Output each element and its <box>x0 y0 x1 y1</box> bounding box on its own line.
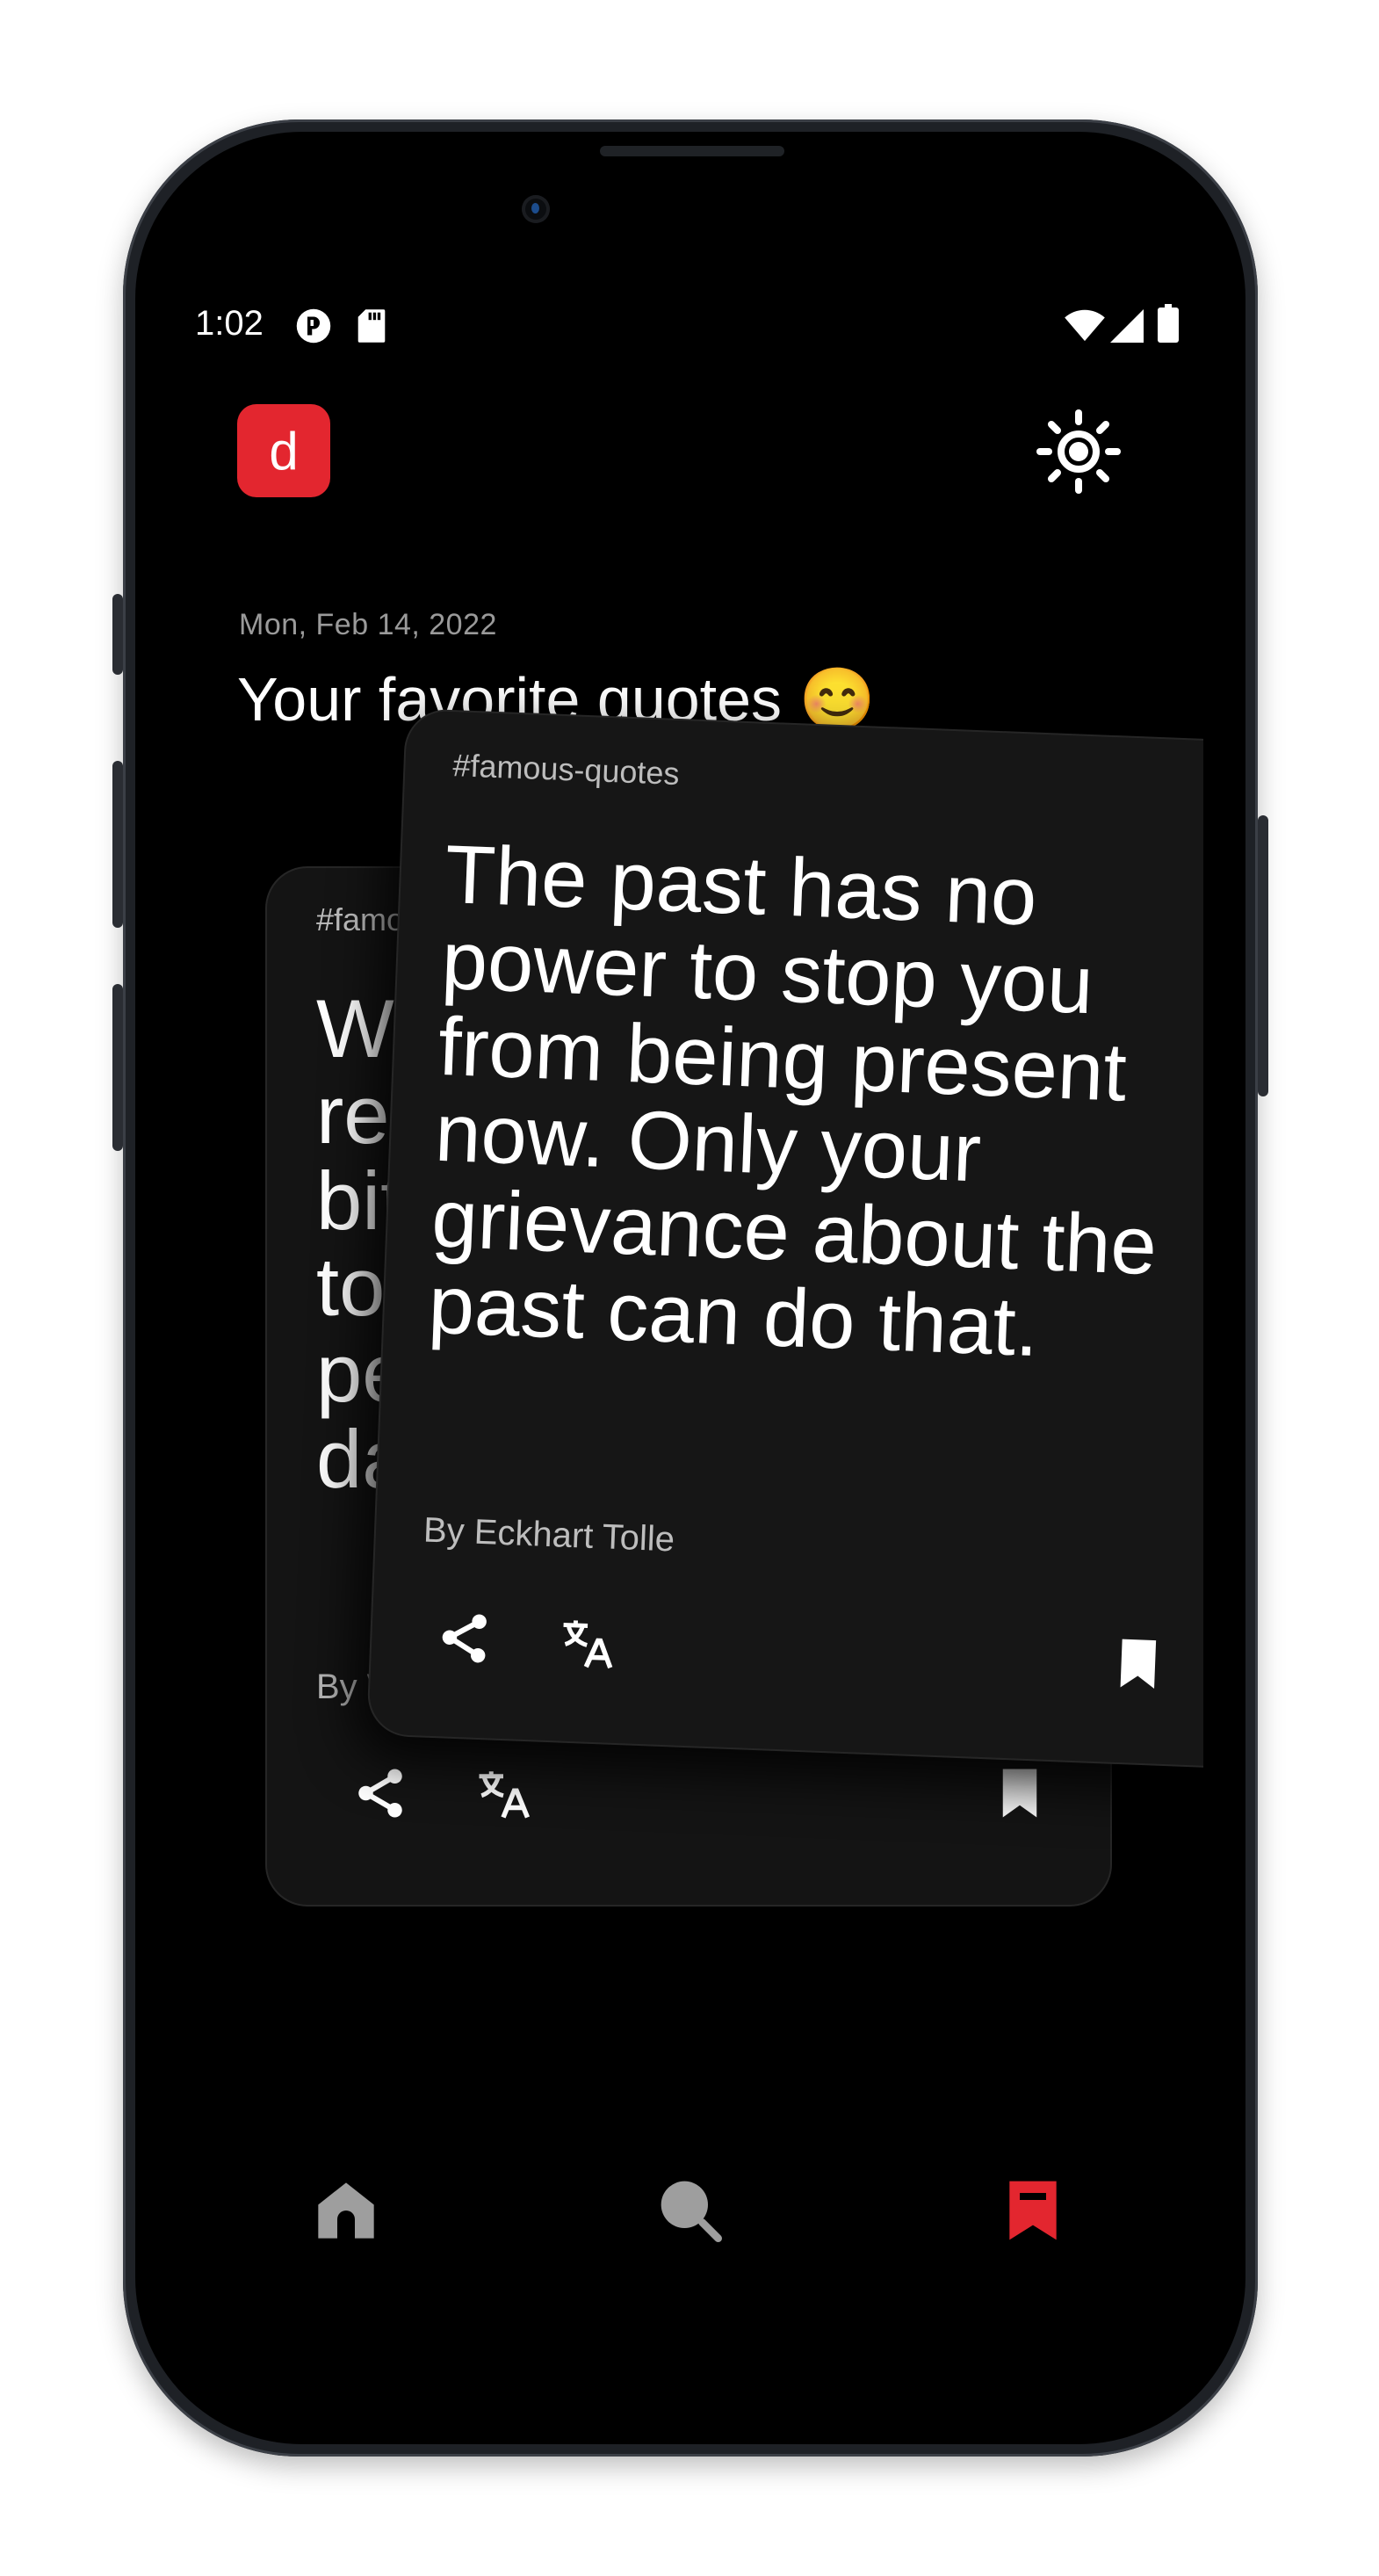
bookmark-icon[interactable] <box>1108 1634 1168 1694</box>
earpiece <box>600 146 784 156</box>
status-bar: 1:02 <box>176 295 1203 357</box>
side-button-hw <box>112 984 123 1151</box>
bookmark-icon[interactable] <box>998 2175 1068 2246</box>
bookmark-icon[interactable] <box>991 1764 1049 1822</box>
wifi-icon <box>1065 309 1105 342</box>
share-icon[interactable] <box>351 1764 409 1822</box>
card-tag: #famous-quotes <box>451 747 681 792</box>
battery-icon <box>1158 304 1179 343</box>
card-author: By Eckhart Tolle <box>422 1510 675 1559</box>
translate-icon[interactable] <box>557 1612 617 1672</box>
home-icon[interactable] <box>311 2175 381 2246</box>
share-icon[interactable] <box>434 1608 494 1668</box>
card-quote: The past has no power to stop you from b… <box>426 827 1159 1374</box>
front-camera <box>522 195 550 223</box>
quote-card-front[interactable]: #famous-quotes The past has no power to … <box>366 708 1203 1769</box>
bottom-nav <box>176 2105 1203 2281</box>
screen: 1:02 d Mon, Feb 14, 2022 Your favorite q… <box>176 295 1203 2283</box>
search-icon[interactable] <box>655 2175 726 2246</box>
date-label: Mon, Feb 14, 2022 <box>239 608 497 641</box>
status-time: 1:02 <box>195 304 264 343</box>
power-button-hw <box>1258 815 1268 1096</box>
volume-up-button-hw <box>112 594 123 675</box>
signal-icon <box>1110 309 1144 343</box>
volume-down-button-hw <box>112 761 123 928</box>
app-logo[interactable]: d <box>237 404 330 497</box>
talkback-icon <box>296 308 331 344</box>
app-logo-letter: d <box>269 421 299 481</box>
translate-icon[interactable] <box>474 1764 532 1822</box>
sun-icon[interactable] <box>1036 409 1121 494</box>
sd-card-icon <box>357 309 386 343</box>
